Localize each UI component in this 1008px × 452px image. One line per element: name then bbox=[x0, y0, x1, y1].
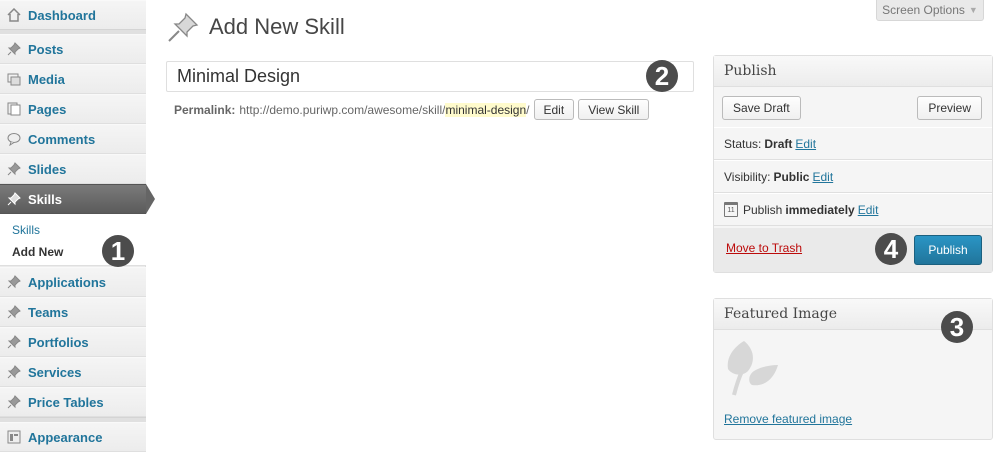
visibility-row: Visibility: Public Edit bbox=[714, 160, 992, 193]
sidebar-item-label: Price Tables bbox=[28, 394, 104, 410]
sidebar-item-media[interactable]: Media bbox=[0, 64, 146, 94]
save-draft-button[interactable]: Save Draft bbox=[722, 96, 801, 120]
sidebar-item-skills[interactable]: Skills bbox=[0, 184, 146, 214]
sidebar-item-label: Media bbox=[28, 71, 65, 87]
sidebar-item-services[interactable]: Services bbox=[0, 357, 146, 387]
callout-badge-4: 4 bbox=[875, 233, 907, 265]
pushpin-icon bbox=[6, 334, 22, 350]
sidebar-item-teams[interactable]: Teams bbox=[0, 297, 146, 327]
callout-badge-1: 1 bbox=[102, 235, 134, 267]
remove-featured-image-link[interactable]: Remove featured image bbox=[724, 412, 852, 426]
appearance-icon bbox=[6, 429, 22, 445]
sidebar-item-dashboard[interactable]: Dashboard bbox=[0, 0, 146, 30]
publish-date-label: Publish bbox=[743, 202, 783, 217]
screen-options-label: Screen Options bbox=[882, 3, 965, 17]
edit-status-link[interactable]: Edit bbox=[795, 137, 816, 151]
sidebar-item-label: Posts bbox=[28, 41, 64, 57]
visibility-label: Visibility: bbox=[724, 169, 771, 184]
major-publishing-actions: Move to Trash Publish bbox=[714, 228, 992, 272]
publish-date-value: immediately bbox=[785, 202, 855, 217]
edit-permalink-button[interactable]: Edit bbox=[533, 99, 575, 120]
pushpin-icon bbox=[6, 191, 22, 207]
permalink-row: Permalink: http://demo.puriwp.com/awesom… bbox=[174, 99, 650, 120]
pushpin-icon bbox=[6, 274, 22, 290]
sidebar-item-slides[interactable]: Slides bbox=[0, 154, 146, 184]
submenu-item-add-new[interactable]: Add New bbox=[12, 245, 63, 259]
sidebar-item-label: Dashboard bbox=[28, 7, 96, 23]
permalink-label: Permalink: bbox=[174, 102, 236, 117]
move-to-trash-link[interactable]: Move to Trash bbox=[726, 241, 802, 255]
pages-icon bbox=[6, 101, 22, 117]
status-label: Status: bbox=[724, 136, 762, 151]
permalink-slug[interactable]: minimal-design bbox=[445, 102, 527, 117]
sidebar-item-price-tables[interactable]: Price Tables bbox=[0, 387, 146, 417]
status-row: Status: Draft Edit bbox=[714, 127, 992, 160]
sidebar-item-label: Applications bbox=[28, 274, 107, 290]
pushpin-icon bbox=[6, 41, 22, 57]
media-icon bbox=[6, 71, 22, 87]
pushpin-icon bbox=[6, 394, 22, 410]
view-skill-button[interactable]: View Skill bbox=[578, 99, 650, 120]
sidebar-item-label: Comments bbox=[28, 131, 96, 147]
pushpin-icon bbox=[6, 161, 22, 177]
post-title-input[interactable] bbox=[166, 61, 694, 92]
publish-date-row: 11 Publish immediately Edit bbox=[714, 193, 992, 226]
sidebar-item-comments[interactable]: Comments bbox=[0, 124, 146, 154]
pushpin-icon bbox=[6, 364, 22, 380]
sidebar-item-posts[interactable]: Posts bbox=[0, 34, 146, 64]
sidebar-item-portfolios[interactable]: Portfolios bbox=[0, 327, 146, 357]
publish-box-title[interactable]: Publish bbox=[714, 56, 992, 87]
sidebar-item-label: Portfolios bbox=[28, 334, 89, 350]
sidebar-item-label: Teams bbox=[28, 304, 69, 320]
dashboard-icon bbox=[6, 7, 22, 23]
sidebar-item-label: Pages bbox=[28, 101, 67, 117]
admin-sidebar: Dashboard Posts Media Pages Comments Sli… bbox=[0, 0, 146, 452]
edit-publish-date-link[interactable]: Edit bbox=[858, 203, 879, 217]
permalink-base: http://demo.puriwp.com/awesome/skill/ bbox=[239, 102, 446, 117]
chevron-down-icon: ▼ bbox=[968, 5, 978, 15]
permalink-trailing: / bbox=[526, 102, 530, 117]
sidebar-item-pages[interactable]: Pages bbox=[0, 94, 146, 124]
current-menu-arrow bbox=[146, 184, 155, 214]
calendar-icon: 11 bbox=[724, 202, 738, 217]
sidebar-item-label: Services bbox=[28, 364, 82, 380]
callout-badge-3: 3 bbox=[941, 311, 973, 343]
pushpin-icon bbox=[166, 12, 200, 44]
sidebar-item-label: Slides bbox=[28, 161, 67, 177]
leaf-icon[interactable] bbox=[724, 339, 780, 397]
publish-box: Publish Save Draft Preview Status: Draft… bbox=[713, 55, 993, 273]
sidebar-item-appearance[interactable]: Appearance bbox=[0, 422, 146, 452]
sidebar-item-applications[interactable]: Applications bbox=[0, 267, 146, 297]
status-value: Draft bbox=[764, 136, 793, 151]
sidebar-item-label: Skills bbox=[28, 191, 62, 207]
preview-button[interactable]: Preview bbox=[917, 96, 982, 120]
callout-badge-2: 2 bbox=[646, 60, 678, 92]
sidebar-item-label: Appearance bbox=[28, 429, 103, 445]
page-title: Add New Skill bbox=[209, 14, 345, 39]
publish-button[interactable]: Publish bbox=[914, 235, 982, 265]
comments-icon bbox=[6, 131, 22, 147]
screen-options-button[interactable]: Screen Options ▼ bbox=[876, 0, 984, 21]
submenu-item-skills[interactable]: Skills bbox=[12, 223, 40, 237]
edit-visibility-link[interactable]: Edit bbox=[812, 170, 833, 184]
pushpin-icon bbox=[6, 304, 22, 320]
visibility-value: Public bbox=[773, 169, 810, 184]
